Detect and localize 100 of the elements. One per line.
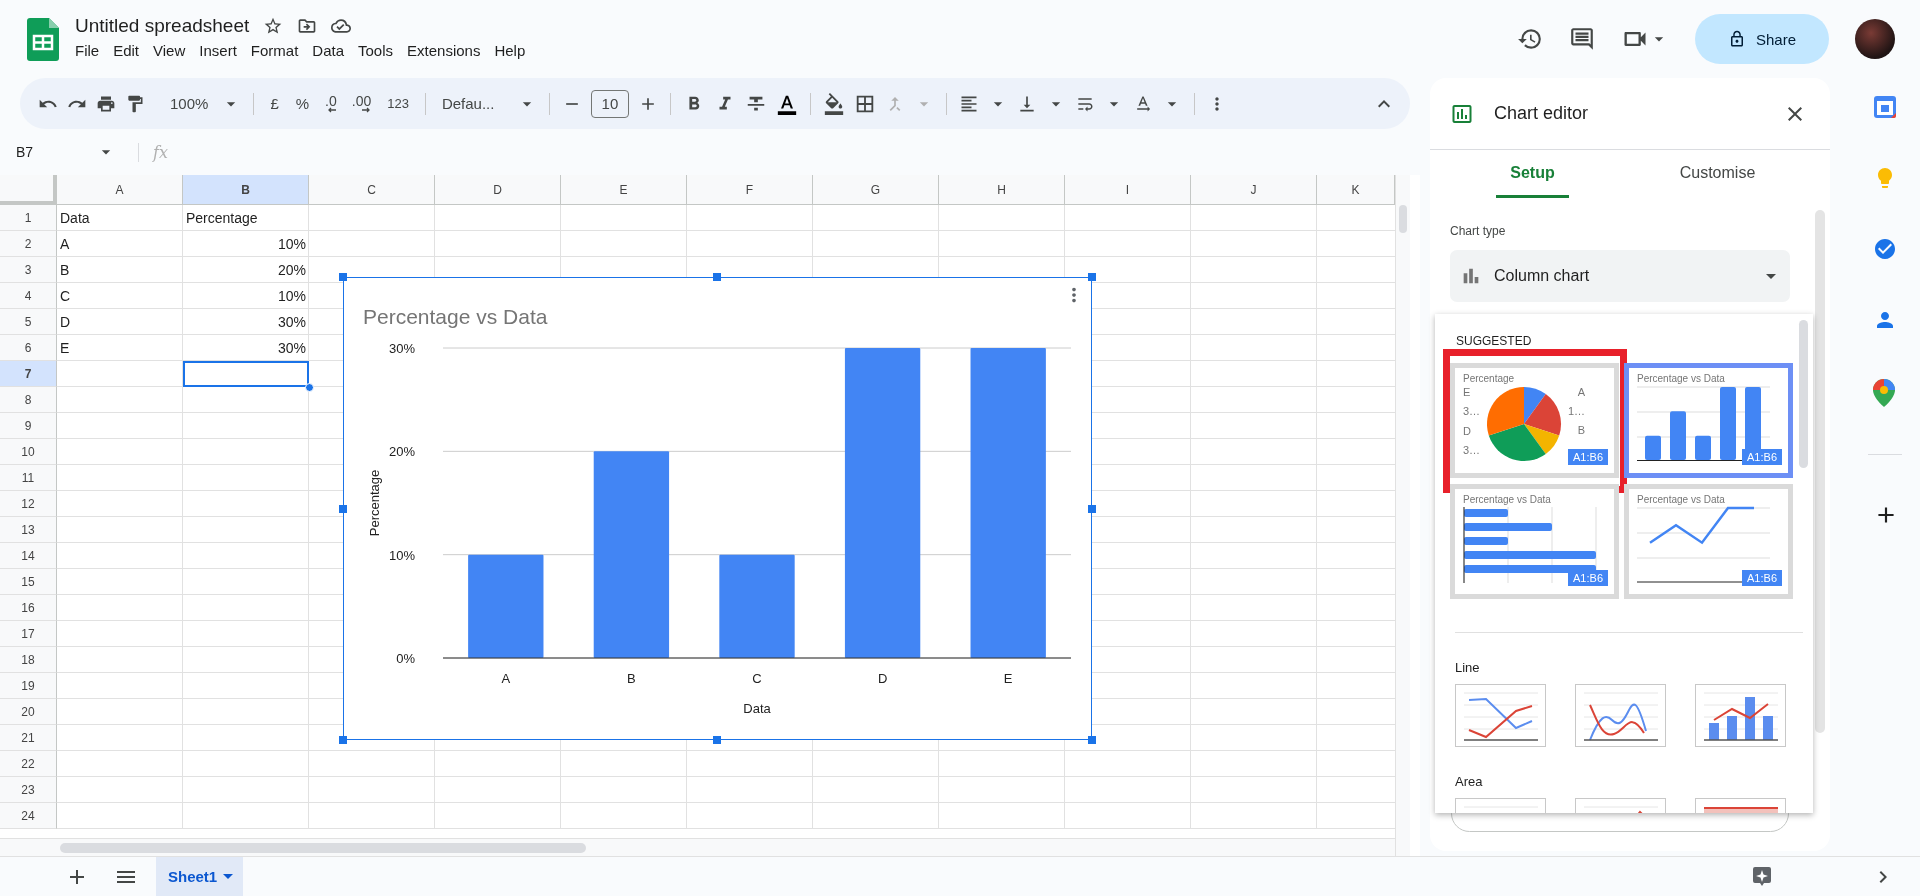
resize-handle[interactable] xyxy=(339,273,347,281)
percent-button[interactable]: % xyxy=(291,95,314,112)
row-header[interactable]: 17 xyxy=(0,621,57,647)
fill-handle[interactable] xyxy=(305,383,314,392)
currency-button[interactable]: £ xyxy=(266,95,283,112)
row-header[interactable]: 7 xyxy=(0,361,57,387)
row-header[interactable]: 15 xyxy=(0,569,57,595)
row-header[interactable]: 1 xyxy=(0,205,57,231)
column-header[interactable]: A xyxy=(57,175,183,205)
menu-item[interactable]: Edit xyxy=(106,40,147,60)
zoom-select[interactable]: 100% xyxy=(166,95,213,112)
resize-handle[interactable] xyxy=(1088,736,1096,744)
row-header[interactable]: 4 xyxy=(0,283,57,309)
explore-icon[interactable] xyxy=(1753,866,1771,887)
menu-item[interactable]: Format xyxy=(243,40,306,60)
table-cell-text: B xyxy=(59,261,71,280)
tab[interactable]: Setup xyxy=(1496,150,1569,198)
row-header[interactable]: 10 xyxy=(0,439,57,465)
resize-handle[interactable] xyxy=(339,505,347,513)
column-header[interactable]: D xyxy=(435,175,561,205)
row-header[interactable]: 16 xyxy=(0,595,57,621)
tab[interactable]: Customise xyxy=(1665,150,1770,198)
column-header[interactable]: B xyxy=(183,175,309,205)
axis-tick-label: 30% xyxy=(388,341,415,356)
name-box[interactable]: B7 xyxy=(16,144,34,160)
map-pin-icon[interactable] xyxy=(1873,379,1895,407)
chart-option[interactable] xyxy=(1695,684,1786,747)
scrollbar-thumb[interactable] xyxy=(1799,320,1808,468)
sheet-tab[interactable]: Sheet1 xyxy=(156,856,244,896)
chart-type-select[interactable]: Column chart xyxy=(1450,250,1790,302)
menu-item[interactable]: Extensions xyxy=(400,40,488,60)
row-header[interactable]: 6 xyxy=(0,335,57,361)
chart-suggestion[interactable]: Percentage vs Data A1:B6 xyxy=(1450,484,1619,599)
section-heading: Line xyxy=(1455,660,1481,675)
menu-item[interactable]: Help xyxy=(487,40,533,60)
column-header[interactable]: G xyxy=(813,175,939,205)
history-icon[interactable] xyxy=(1517,26,1543,52)
paint-format-icon[interactable] xyxy=(125,93,145,114)
table-cell-text: 20% xyxy=(276,261,307,280)
table-cell-text: E xyxy=(59,339,71,358)
decrease-decimals-button[interactable]: .0 xyxy=(322,94,340,113)
row-header[interactable]: 14 xyxy=(0,543,57,569)
menu-item[interactable]: File xyxy=(68,40,107,60)
chart-frame[interactable]: Percentage vs Data 0% 10% 20% 30% A B C D E Data Percentage xyxy=(343,277,1092,740)
scrollbar-thumb[interactable] xyxy=(60,842,586,853)
row-header[interactable]: 23 xyxy=(0,777,57,803)
column-header[interactable]: H xyxy=(939,175,1065,205)
document-title[interactable]: Untitled spreadsheet xyxy=(75,14,250,37)
menu-item[interactable]: View xyxy=(146,40,193,60)
increase-decimals-button[interactable]: .00 xyxy=(348,94,375,113)
number-format-button[interactable]: 123 xyxy=(383,96,413,111)
column-header[interactable]: C xyxy=(309,175,435,205)
calendar-icon[interactable] xyxy=(1873,95,1897,119)
table-cell-text: 10% xyxy=(276,287,307,306)
row-header[interactable]: 9 xyxy=(0,413,57,439)
caret-icon xyxy=(223,874,234,879)
row-header[interactable]: 18 xyxy=(0,647,57,673)
row-header[interactable]: 24 xyxy=(0,803,57,829)
chart-suggestion[interactable]: Percentage vs Data A1:B6 xyxy=(1624,363,1793,478)
row-header[interactable]: 19 xyxy=(0,673,57,699)
column-header[interactable]: K xyxy=(1317,175,1395,205)
font-size-field[interactable]: 10 xyxy=(590,89,629,118)
axis-tick-label: 10% xyxy=(388,547,415,563)
menu-item[interactable]: Insert xyxy=(192,40,244,60)
row-header[interactable]: 13 xyxy=(0,517,57,543)
resize-handle[interactable] xyxy=(713,273,721,281)
scrollbar-thumb[interactable] xyxy=(1399,205,1407,233)
resize-handle[interactable] xyxy=(339,736,347,744)
comment-icon[interactable] xyxy=(1569,26,1595,52)
column-header[interactable]: J xyxy=(1191,175,1317,205)
column-header[interactable]: E xyxy=(561,175,687,205)
table-cell-text: A xyxy=(59,235,71,254)
row-header[interactable]: 20 xyxy=(0,699,57,725)
row-header[interactable]: 3 xyxy=(0,257,57,283)
scrollbar-thumb[interactable] xyxy=(1815,210,1825,733)
menu-item[interactable]: Data xyxy=(305,40,351,60)
chart-option[interactable] xyxy=(1455,684,1546,747)
chart-option[interactable] xyxy=(1575,684,1666,747)
row-header[interactable]: 22 xyxy=(0,751,57,777)
font-select[interactable]: Defau... xyxy=(437,95,508,112)
row-header[interactable]: 11 xyxy=(0,465,57,491)
fill-color-icon[interactable] xyxy=(822,92,845,115)
row-header[interactable]: 5 xyxy=(0,309,57,335)
chart-suggestion[interactable]: Percentage E 3… D 3… A 1… B A1:B6 xyxy=(1450,363,1619,478)
chart-suggestion[interactable]: Percentage vs Data A1:B6 xyxy=(1624,484,1793,599)
row-header[interactable]: 21 xyxy=(0,725,57,751)
row-header[interactable]: 8 xyxy=(0,387,57,413)
column-header[interactable]: I xyxy=(1065,175,1191,205)
field-label: Chart type xyxy=(1450,224,1507,238)
row-header[interactable]: 12 xyxy=(0,491,57,517)
column-header[interactable]: F xyxy=(687,175,813,205)
avatar[interactable] xyxy=(1855,19,1895,59)
resize-handle[interactable] xyxy=(1088,273,1096,281)
sheets-logo[interactable] xyxy=(27,17,59,61)
row-header[interactable]: 2 xyxy=(0,231,57,257)
share-button[interactable]: Share xyxy=(1695,14,1829,64)
resize-handle[interactable] xyxy=(1088,505,1096,513)
menu-item[interactable]: Tools xyxy=(351,40,401,60)
table-cell-text: D xyxy=(59,313,72,332)
resize-handle[interactable] xyxy=(713,736,721,744)
